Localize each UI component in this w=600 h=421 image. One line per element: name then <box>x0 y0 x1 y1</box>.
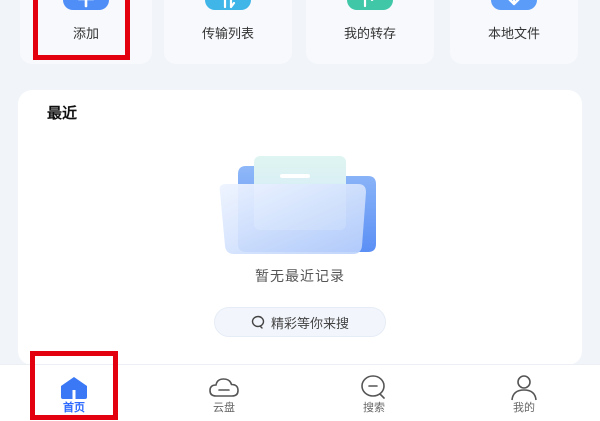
nav-search-label: 搜索 <box>363 401 385 414</box>
nav-cloud-drive-label: 云盘 <box>213 401 235 414</box>
transfer-list-button[interactable]: 传输列表 <box>164 0 292 64</box>
my-saved-button[interactable]: 我的转存 <box>306 0 434 64</box>
empty-folder-illustration <box>216 152 386 257</box>
nav-profile[interactable]: 我的 <box>484 365 564 421</box>
recent-title: 最近 <box>47 104 78 122</box>
search-suggestion-button[interactable]: 精彩等你来搜 <box>214 307 386 337</box>
share-forward-icon <box>347 0 393 10</box>
download-icon <box>491 0 537 10</box>
nav-profile-label: 我的 <box>513 401 535 414</box>
search-icon <box>357 373 391 401</box>
my-saved-label: 我的转存 <box>343 27 396 42</box>
nav-search[interactable]: 搜索 <box>334 365 414 421</box>
transfer-list-label: 传输列表 <box>201 27 254 42</box>
transfer-icon <box>205 0 251 10</box>
search-icon <box>251 315 265 329</box>
search-suggestion-label: 精彩等你来搜 <box>270 316 349 332</box>
profile-icon <box>507 373 541 401</box>
cloud-icon <box>207 373 241 401</box>
home-highlight-box <box>30 351 118 420</box>
empty-state-text: 暂无最近记录 <box>255 269 345 285</box>
local-files-button[interactable]: 本地文件 <box>450 0 578 64</box>
local-files-label: 本地文件 <box>487 27 540 42</box>
recent-card: 最近 暂无最近记录 精彩等你来搜 <box>18 90 582 365</box>
add-highlight-box <box>33 0 130 60</box>
nav-cloud-drive[interactable]: 云盘 <box>184 365 264 421</box>
